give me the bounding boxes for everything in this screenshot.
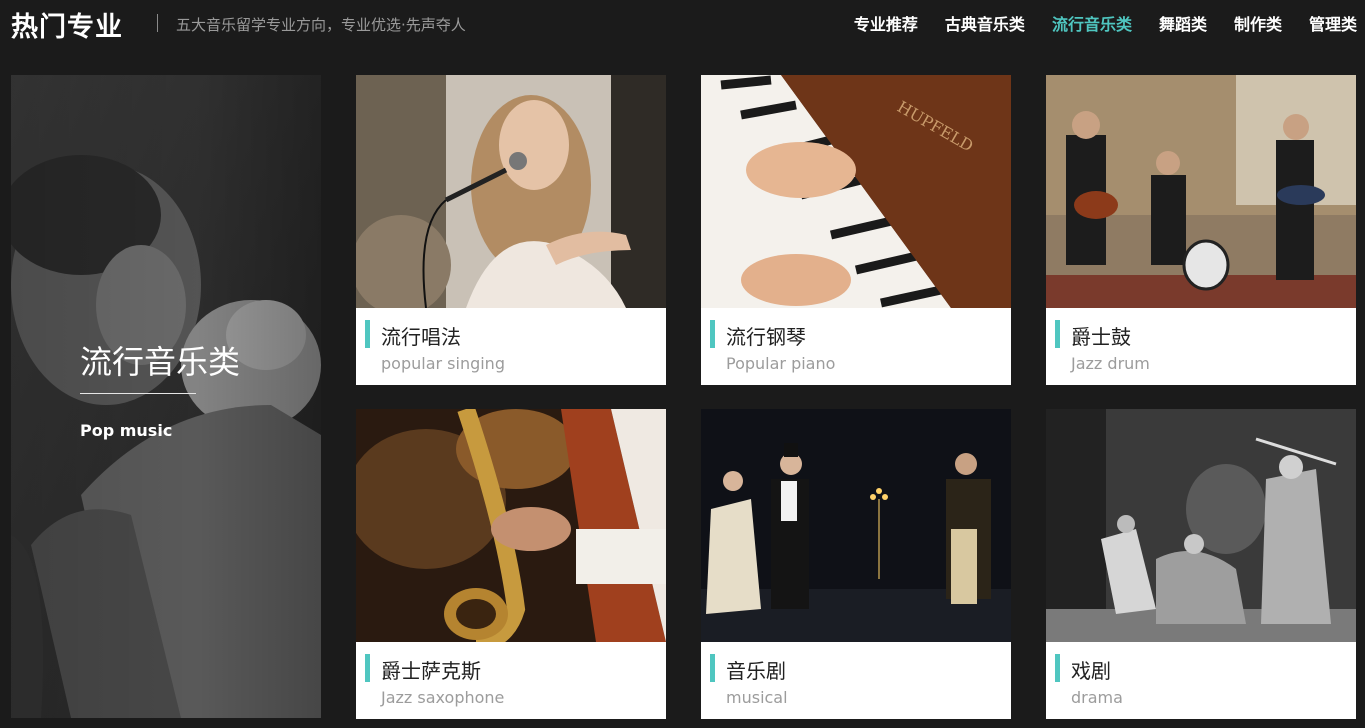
nav-item-dance[interactable]: 舞蹈类	[1159, 11, 1207, 35]
feature-shade	[11, 75, 321, 718]
nav-item-classical[interactable]: 古典音乐类	[945, 11, 1025, 35]
card-title: 爵士萨克斯	[381, 659, 481, 683]
nav-item-pop[interactable]: 流行音乐类	[1052, 11, 1132, 35]
header-tagline: 五大音乐留学专业方向，专业优选·先声夺人	[176, 16, 466, 34]
card-title: 戏剧	[1071, 659, 1111, 683]
piano-photo: HUPFELD	[701, 75, 1011, 308]
card-image	[1046, 409, 1356, 642]
card-caption: 流行唱法 popular singing	[356, 308, 666, 385]
major-card-jazz-saxophone[interactable]: 爵士萨克斯 Jazz saxophone	[356, 409, 666, 719]
card-subtitle: popular singing	[381, 354, 505, 373]
card-accent-bar	[1055, 320, 1060, 348]
card-title: 流行唱法	[381, 325, 461, 349]
card-caption: 戏剧 drama	[1046, 642, 1356, 719]
nav-item-recommend[interactable]: 专业推荐	[854, 11, 918, 35]
page-title: 热门专业	[11, 12, 123, 43]
major-card-drama[interactable]: 戏剧 drama	[1046, 409, 1356, 719]
musical-stage-photo	[701, 409, 1011, 642]
card-image	[701, 409, 1011, 642]
feature-subtitle: Pop music	[80, 421, 173, 440]
card-caption: 流行钢琴 Popular piano	[701, 308, 1011, 385]
card-caption: 音乐剧 musical	[701, 642, 1011, 719]
card-title: 爵士鼓	[1071, 325, 1131, 349]
card-caption: 爵士鼓 Jazz drum	[1046, 308, 1356, 385]
feature-panel[interactable]: 流行音乐类 Pop music	[11, 75, 321, 718]
feature-title: 流行音乐类	[80, 343, 241, 381]
card-subtitle: musical	[726, 688, 788, 707]
singer-photo	[356, 75, 666, 308]
card-subtitle: Popular piano	[726, 354, 836, 373]
card-caption: 爵士萨克斯 Jazz saxophone	[356, 642, 666, 719]
card-accent-bar	[365, 654, 370, 682]
card-title: 音乐剧	[726, 659, 786, 683]
card-image	[356, 75, 666, 308]
card-accent-bar	[1055, 654, 1060, 682]
saxophone-photo	[356, 409, 666, 642]
nav-item-production[interactable]: 制作类	[1234, 11, 1282, 35]
drama-stage-photo	[1046, 409, 1356, 642]
header: 热门专业 五大音乐留学专业方向，专业优选·先声夺人 专业推荐 古典音乐类 流行音…	[0, 0, 1365, 48]
card-image	[1046, 75, 1356, 308]
card-image	[356, 409, 666, 642]
card-subtitle: Jazz saxophone	[381, 688, 505, 707]
header-divider	[157, 14, 158, 32]
major-card-popular-piano[interactable]: HUPFELD 流行钢琴 Popular piano	[701, 75, 1011, 385]
card-accent-bar	[710, 654, 715, 682]
card-subtitle: drama	[1071, 688, 1123, 707]
major-card-popular-singing[interactable]: 流行唱法 popular singing	[356, 75, 666, 385]
nav-item-management[interactable]: 管理类	[1309, 11, 1357, 35]
major-card-musical[interactable]: 音乐剧 musical	[701, 409, 1011, 719]
card-image: HUPFELD	[701, 75, 1011, 308]
card-title: 流行钢琴	[726, 325, 806, 349]
jazz-band-photo	[1046, 75, 1356, 308]
card-accent-bar	[710, 320, 715, 348]
major-card-jazz-drum[interactable]: 爵士鼓 Jazz drum	[1046, 75, 1356, 385]
category-nav: 专业推荐 古典音乐类 流行音乐类 舞蹈类 制作类 管理类	[827, 11, 1357, 35]
card-accent-bar	[365, 320, 370, 348]
feature-underline	[80, 393, 196, 394]
card-subtitle: Jazz drum	[1071, 354, 1150, 373]
